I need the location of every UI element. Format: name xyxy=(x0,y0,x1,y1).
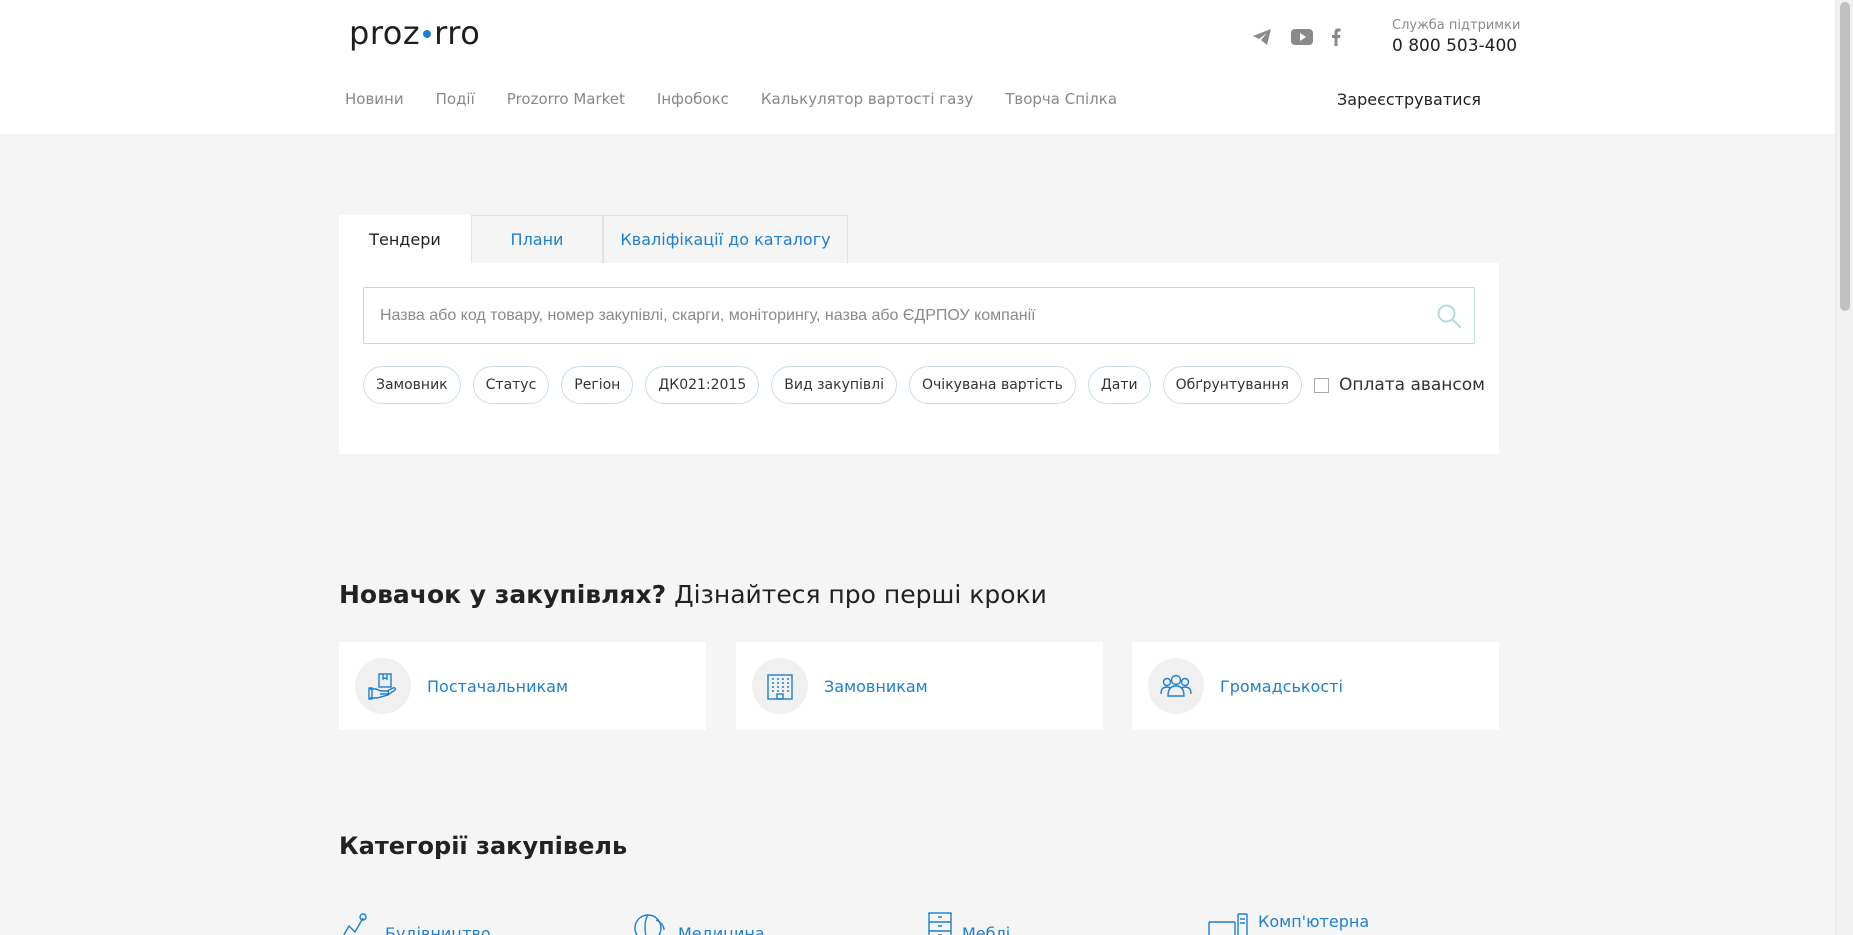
filter-justification[interactable]: Обґрунтування xyxy=(1162,366,1302,404)
category-construction-label: Будівництво xyxy=(385,924,491,935)
filter-region[interactable]: Регіон xyxy=(561,366,634,404)
box-hand-icon xyxy=(355,658,411,714)
facebook-icon[interactable] xyxy=(1323,26,1349,48)
search-input[interactable] xyxy=(380,306,1420,325)
people-icon xyxy=(1148,658,1204,714)
advance-payment-toggle[interactable]: Оплата авансом xyxy=(1313,375,1485,395)
card-public[interactable]: Громадськості xyxy=(1132,642,1499,730)
tab-catalog-qualifications[interactable]: Кваліфікації до каталогу xyxy=(603,215,848,263)
main-nav: Новини Події Prozorro Market Інфобокс Ка… xyxy=(345,90,1149,108)
filter-dk021[interactable]: ДК021:2015 xyxy=(645,366,760,404)
support-label: Служба підтримки xyxy=(1392,18,1521,33)
category-furniture[interactable]: Меблі xyxy=(928,912,1010,935)
filter-status[interactable]: Статус xyxy=(472,366,550,404)
filter-dates[interactable]: Дати xyxy=(1087,366,1151,404)
prozorro-logo[interactable]: proz rro xyxy=(349,14,480,52)
filter-procurement-type[interactable]: Вид закупівлі xyxy=(771,366,898,404)
logo-text-right: rro xyxy=(434,14,481,52)
support-phone[interactable]: 0 800 503-400 xyxy=(1392,34,1520,58)
category-medicine[interactable]: Медицина xyxy=(632,912,765,935)
card-customers[interactable]: Замовникам xyxy=(736,642,1103,730)
filter-customer[interactable]: Замовник xyxy=(363,366,461,404)
category-medicine-label: Медицина xyxy=(678,924,765,935)
nav-item-market[interactable]: Prozorro Market xyxy=(507,90,625,108)
category-computer-label: Комп'ютерна xyxy=(1258,912,1370,931)
tab-tenders[interactable]: Тендери xyxy=(339,215,471,263)
advance-payment-checkbox[interactable] xyxy=(1313,377,1329,393)
youtube-icon[interactable] xyxy=(1289,26,1315,48)
computer-icon xyxy=(1208,912,1248,935)
search-box xyxy=(363,287,1475,344)
filter-chips: Замовник Статус Регіон ДК021:2015 Вид за… xyxy=(363,366,1485,404)
logo-text-left: proz xyxy=(349,14,421,52)
search-icon[interactable] xyxy=(1436,303,1462,329)
logo-dot xyxy=(423,30,432,38)
site-header: proz rro Служба підтримки 0 800 503-400 Н… xyxy=(0,0,1835,134)
medicine-icon xyxy=(632,912,668,935)
support-block: Служба підтримки 0 800 503-400 xyxy=(1392,18,1520,58)
newbie-heading: Новачок у закупівлях? Дізнайтеся про пер… xyxy=(339,580,1047,609)
nav-item-gas-calculator[interactable]: Калькулятор вартості газу xyxy=(761,90,973,108)
nav-item-events[interactable]: Події xyxy=(436,90,475,108)
advance-payment-label: Оплата авансом xyxy=(1338,375,1485,395)
category-furniture-label: Меблі xyxy=(962,924,1011,935)
scrollbar-thumb[interactable] xyxy=(1840,2,1850,311)
construction-icon xyxy=(339,912,375,935)
nav-item-creative-union[interactable]: Творча Спілка xyxy=(1005,90,1117,108)
category-computer[interactable]: Комп'ютерна xyxy=(1208,912,1369,935)
nav-item-infobox[interactable]: Інфобокс xyxy=(657,90,729,108)
building-icon xyxy=(752,658,808,714)
register-link[interactable]: Зареєструватися xyxy=(1337,90,1481,109)
card-customers-label: Замовникам xyxy=(824,676,928,696)
category-construction[interactable]: Будівництво xyxy=(339,912,491,935)
page-scrollbar[interactable] xyxy=(1835,0,1853,935)
card-suppliers-label: Постачальникам xyxy=(427,676,569,696)
card-suppliers[interactable]: Постачальникам xyxy=(339,642,706,730)
telegram-icon[interactable] xyxy=(1249,26,1275,48)
newbie-heading-rest: Дізнайтеся про перші кроки xyxy=(674,580,1047,609)
tab-plans[interactable]: Плани xyxy=(471,215,603,263)
search-panel: Замовник Статус Регіон ДК021:2015 Вид за… xyxy=(339,263,1499,454)
search-tabs: Тендери Плани Кваліфікації до каталогу xyxy=(339,215,848,263)
furniture-icon xyxy=(928,912,952,935)
card-public-label: Громадськості xyxy=(1220,676,1343,696)
newbie-heading-bold: Новачок у закупівлях? xyxy=(339,580,667,609)
categories-heading: Категорії закупівель xyxy=(339,832,628,860)
filter-expected-value[interactable]: Очікувана вартість xyxy=(909,366,1076,404)
nav-item-news[interactable]: Новини xyxy=(345,90,404,108)
